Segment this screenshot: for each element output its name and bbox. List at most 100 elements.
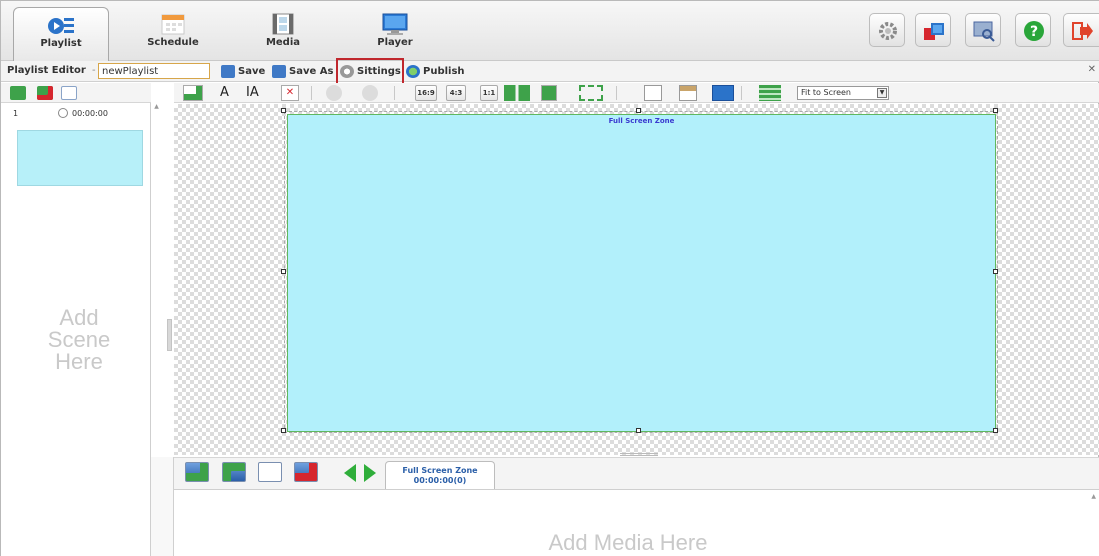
clock-icon [58,108,68,118]
tab-media-label: Media [265,37,301,48]
zone-tab[interactable]: Full Screen Zone 00:00:00(0) [385,461,495,490]
media-drop-area[interactable]: Add Media Here [174,489,1099,556]
floppy-disk-icon [221,65,235,78]
resize-handle-tl[interactable] [281,108,286,113]
delete-zone-icon[interactable]: ✕ [281,85,299,101]
tab-schedule-label: Schedule [147,37,199,48]
help-icon: ? [1023,20,1045,42]
help-button[interactable]: ? [1015,13,1051,47]
settings-highlight-box [336,58,404,86]
publish-button[interactable]: Publish [406,63,465,80]
layers-icon[interactable] [759,85,781,101]
add-media-placeholder: Add Media Here [548,530,708,555]
screen-search-button[interactable] [965,13,1001,47]
add-scene-line-3: Here [55,349,103,374]
media-left-gutter [151,457,174,556]
screen-search-icon [973,20,995,42]
resize-handle-tr[interactable] [993,108,998,113]
fit-select-value: Fit to Screen [801,88,851,97]
canvas-toolbar: A IA ✕ 16:9 4:3 1:1 Fit to Screen ▼ [174,83,1099,103]
add-scene-line-2: Scene [47,327,111,352]
editor-separator: - [92,65,96,76]
zone-tab-name: Full Screen Zone [402,466,478,475]
add-ticker-icon[interactable]: IA [246,85,270,101]
playlist-editor-bar: Playlist Editor - Save Save As Sittings … [1,61,1099,82]
resize-handle-r[interactable] [993,269,998,274]
ratio-1-1-button[interactable]: 1:1 [480,85,498,101]
delete-scene-icon[interactable] [37,86,53,100]
media-scroll-up-icon[interactable]: ▲ [1091,493,1096,500]
chevron-down-icon: ▼ [877,88,887,98]
edit-media-icon[interactable] [258,462,282,482]
add-scene-icon[interactable] [10,86,26,100]
scene-toolbar [1,83,151,103]
paste-icon[interactable] [679,85,697,101]
tab-playlist[interactable]: Playlist [13,7,109,61]
collapse-icon[interactable]: ✕ [1088,64,1096,75]
resize-handle-bl[interactable] [281,428,286,433]
layout-canvas[interactable]: Full Screen Zone [174,104,1099,455]
zone-title: Full Screen Zone [608,117,675,125]
top-navigation: Playlist Schedule Media Player ? [1,1,1099,61]
scene-item[interactable]: 1 00:00:00 [1,103,151,125]
logout-button[interactable] [1063,13,1099,47]
remove-media-icon[interactable] [294,462,318,482]
undo-icon[interactable] [326,85,342,101]
playlist-name-input[interactable] [98,63,210,79]
scene-scroll-up-icon[interactable]: ▲ [152,103,161,115]
tab-playlist-label: Playlist [40,38,82,49]
resize-handle-br[interactable] [993,428,998,433]
copy-scene-icon[interactable] [61,86,77,100]
panel-splitter[interactable] [167,319,172,351]
media-toolbar: Full Screen Zone 00:00:00(0) [174,457,1099,490]
fullscreen-icon[interactable] [579,85,603,101]
editor-title: Playlist Editor [7,65,86,76]
save-as-label: Save As [289,66,334,77]
full-screen-zone[interactable]: Full Screen Zone [287,114,996,432]
arrow-left-icon[interactable] [344,464,356,482]
scene-duration: 00:00:00 [72,109,108,118]
add-media-folder-icon[interactable] [222,462,246,482]
playlist-icon [47,14,75,36]
scene-number: 1 [13,109,19,118]
add-zone-icon[interactable] [183,85,203,101]
arrow-right-icon[interactable] [364,464,376,482]
background-icon[interactable] [712,85,734,101]
add-scene-placeholder[interactable]: Add Scene Here [19,307,139,373]
settings-gear-button[interactable] [869,13,905,47]
scene-thumbnail[interactable] [17,130,143,186]
windows-button[interactable] [915,13,951,47]
copy-icon[interactable] [644,85,662,101]
tab-media[interactable]: Media [233,7,333,61]
floppy-disk-edit-icon [272,65,286,78]
scene-list: 1 00:00:00 Add Scene Here [1,103,151,556]
svg-text:?: ? [1030,24,1038,40]
logout-icon [1071,20,1093,42]
horizontal-stretch-icon[interactable] [504,85,530,101]
resize-handle-l[interactable] [281,269,286,274]
save-button[interactable]: Save [221,63,265,80]
tab-schedule[interactable]: Schedule [123,7,223,61]
vertical-stretch-icon[interactable] [541,85,557,101]
save-as-button[interactable]: Save As [272,63,333,80]
resize-handle-t[interactable] [636,108,641,113]
calendar-icon [159,13,187,35]
gear-icon [877,20,899,42]
tab-player-label: Player [377,37,413,48]
windows-icon [923,20,945,42]
monitor-icon [381,13,409,35]
fit-to-screen-select[interactable]: Fit to Screen ▼ [797,86,889,100]
resize-handle-b[interactable] [636,428,641,433]
ratio-16-9-button[interactable]: 16:9 [415,85,437,101]
globe-icon [406,65,420,78]
ratio-4-3-button[interactable]: 4:3 [446,85,466,101]
redo-icon[interactable] [362,85,378,101]
add-media-icon[interactable] [185,462,209,482]
canvas-resize-grip[interactable] [620,453,658,456]
publish-label: Publish [423,66,465,77]
tab-player[interactable]: Player [345,7,445,61]
add-scene-line-1: Add [59,305,99,330]
add-text-icon[interactable]: A [220,85,238,101]
save-label: Save [238,66,266,77]
zone-tab-time: 00:00:00(0) [413,476,467,485]
